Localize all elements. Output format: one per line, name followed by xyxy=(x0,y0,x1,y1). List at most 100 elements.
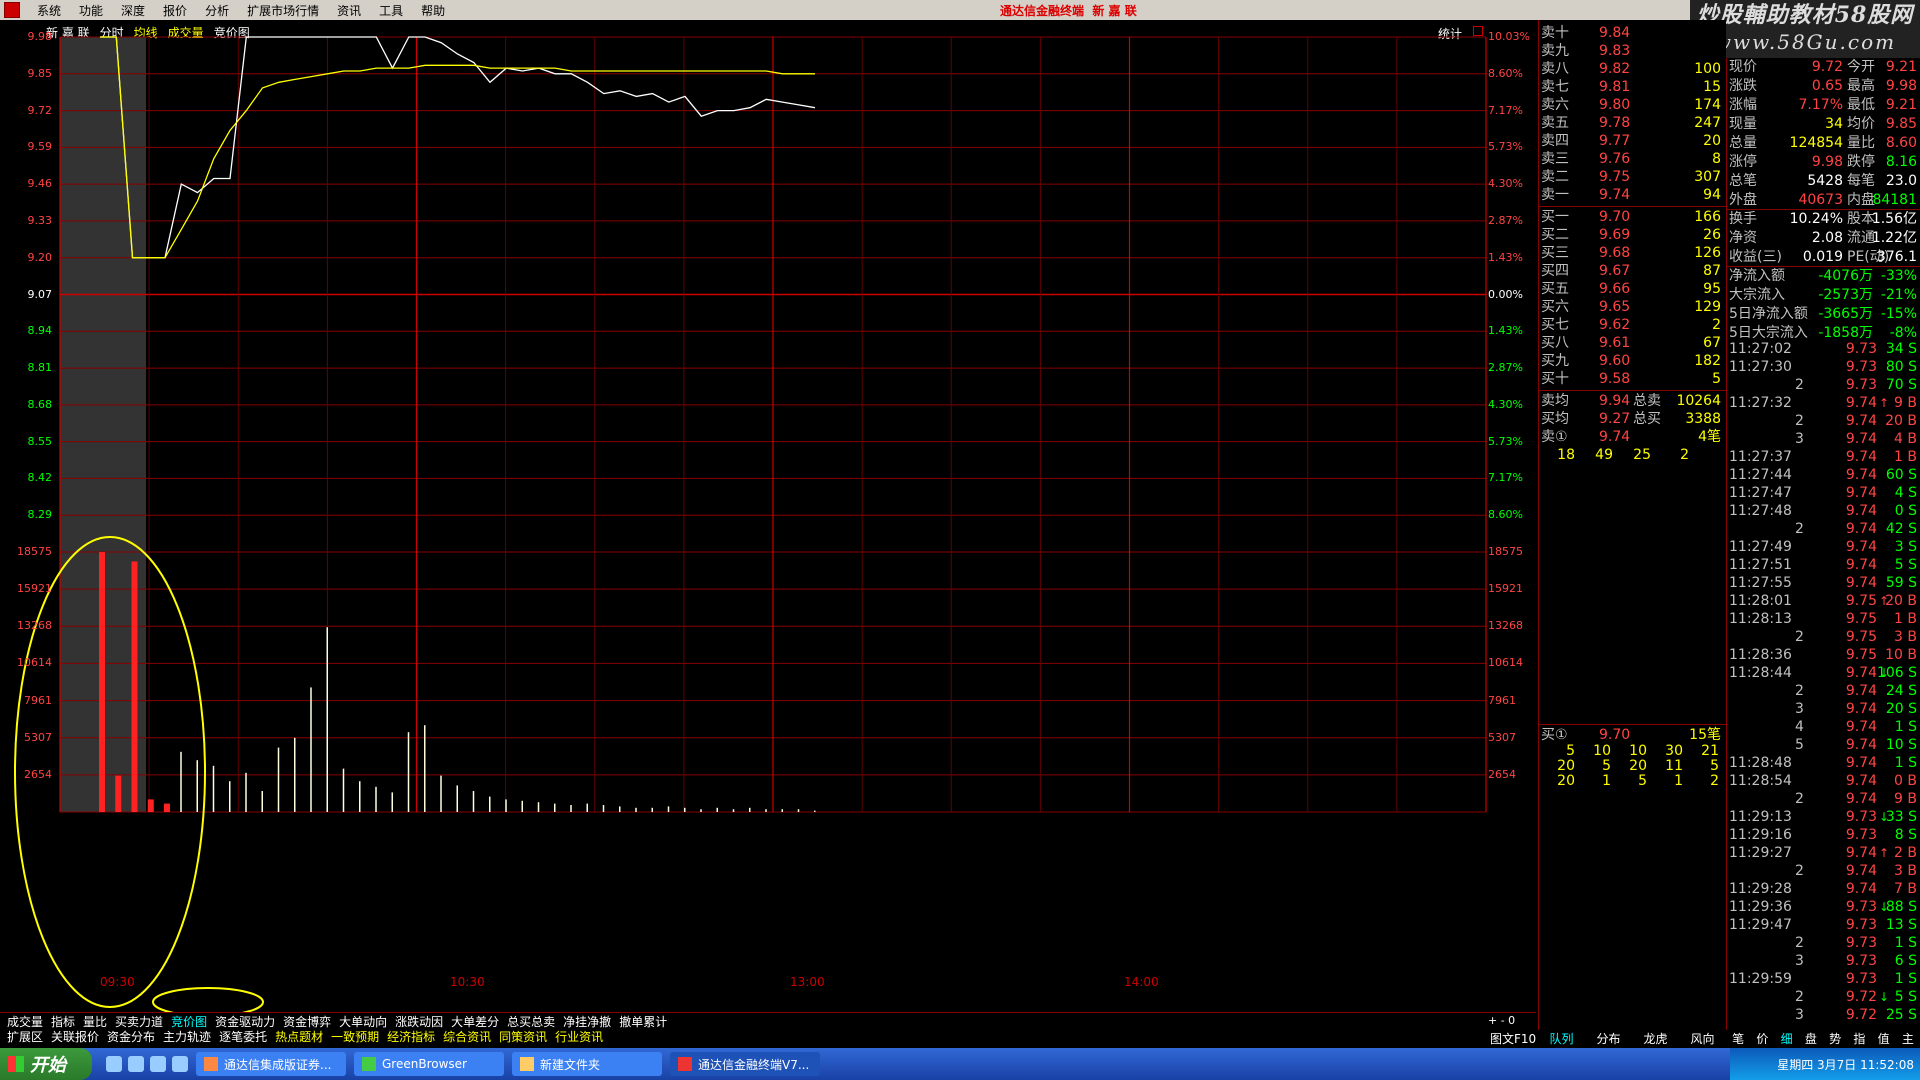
tick-row[interactable]: 3 9.74 20 S xyxy=(1727,700,1920,718)
tick-row[interactable]: 11:28:54 9.74 0 B xyxy=(1727,772,1920,790)
indicator-tab-2[interactable]: 量比 xyxy=(80,1013,110,1029)
menu-item-quote[interactable]: 报价 xyxy=(154,2,196,19)
order-book-tab-3[interactable]: 风向 xyxy=(1679,1030,1726,1046)
menu-item-tools[interactable]: 工具 xyxy=(370,2,412,19)
extension-tab-0[interactable]: 扩展区 xyxy=(4,1028,46,1044)
tick-row[interactable]: 2 9.74 3 B xyxy=(1727,862,1920,880)
tick-tab-0[interactable]: 笔 xyxy=(1726,1030,1750,1046)
order-book-tab-2[interactable]: 龙虎 xyxy=(1632,1030,1679,1046)
extension-tab-5[interactable]: 热点题材 xyxy=(272,1028,326,1044)
tick-row[interactable]: 11:27:47 9.74 4 S xyxy=(1727,484,1920,502)
menu-item-function[interactable]: 功能 xyxy=(70,2,112,19)
tick-row[interactable]: 11:28:36 9.75 10 B xyxy=(1727,646,1920,664)
menu-item-analysis[interactable]: 分析 xyxy=(196,2,238,19)
tick-row[interactable]: 11:27:44 9.74 60 S xyxy=(1727,466,1920,484)
menu-item-ext-market[interactable]: 扩展市场行情 xyxy=(238,2,328,19)
indicator-tab-1[interactable]: 指标 xyxy=(48,1013,78,1029)
extension-tab-2[interactable]: 资金分布 xyxy=(104,1028,158,1044)
bid-row[interactable]: 买一 9.70 166 xyxy=(1539,208,1727,226)
extension-tab-10[interactable]: 行业资讯 xyxy=(552,1028,606,1044)
tick-row[interactable]: 11:27:49 9.74 3 S xyxy=(1727,538,1920,556)
tick-row[interactable]: 2 9.74 42 S xyxy=(1727,520,1920,538)
bid-row[interactable]: 买六 9.65 129 xyxy=(1539,298,1727,316)
ask-row[interactable]: 卖五 9.78 247 xyxy=(1539,114,1727,132)
tick-row[interactable]: 11:27:30 9.73 80 S xyxy=(1727,358,1920,376)
extension-tab-7[interactable]: 经济指标 xyxy=(384,1028,438,1044)
task-button-greenbrowser[interactable]: GreenBrowser xyxy=(354,1052,504,1076)
tick-row[interactable]: 11:27:02 9.73 34 S xyxy=(1727,340,1920,358)
bid-row[interactable]: 买四 9.67 87 xyxy=(1539,262,1727,280)
tick-row[interactable]: 11:28:44 9.74 ↓ 106 S xyxy=(1727,664,1920,682)
tick-row[interactable]: 11:27:32 9.74 ↑ 9 B xyxy=(1727,394,1920,412)
ask-row[interactable]: 卖二 9.75 307 xyxy=(1539,168,1727,186)
tick-tab-4[interactable]: 势 xyxy=(1823,1030,1847,1046)
indicator-tab-7[interactable]: 大单动向 xyxy=(336,1013,390,1029)
explorer-icon[interactable] xyxy=(128,1056,144,1072)
indicator-tab-11[interactable]: 净挂净撤 xyxy=(560,1013,614,1029)
tick-row[interactable]: 11:27:37 9.74 1 B xyxy=(1727,448,1920,466)
indicator-tab-6[interactable]: 资金博弈 xyxy=(280,1013,334,1029)
media-icon[interactable] xyxy=(172,1056,188,1072)
order-book-tab-0[interactable]: 队列 xyxy=(1538,1030,1585,1046)
tick-row[interactable]: 11:29:59 9.73 1 S xyxy=(1727,970,1920,988)
tick-row[interactable]: 3 9.74 4 B xyxy=(1727,430,1920,448)
tick-row[interactable]: 11:29:36 9.73 ↓ 88 S xyxy=(1727,898,1920,916)
ask-row[interactable]: 卖十 9.84 xyxy=(1539,24,1727,42)
indicator-tab-10[interactable]: 总买总卖 xyxy=(504,1013,558,1029)
extension-tab-8[interactable]: 综合资讯 xyxy=(440,1028,494,1044)
extension-tab-3[interactable]: 主力轨迹 xyxy=(160,1028,214,1044)
tick-row[interactable]: 2 9.73 70 S xyxy=(1727,376,1920,394)
indicator-tab-4[interactable]: 竞价图 xyxy=(168,1013,210,1029)
tick-row[interactable]: 11:29:16 9.73 8 S xyxy=(1727,826,1920,844)
tick-row[interactable]: 3 9.72 25 S xyxy=(1727,1006,1920,1024)
extension-tab-6[interactable]: 一致预期 xyxy=(328,1028,382,1044)
ask-row[interactable]: 卖九 9.83 xyxy=(1539,42,1727,60)
bid-row[interactable]: 买五 9.66 95 xyxy=(1539,280,1727,298)
tick-row[interactable]: 5 9.74 10 S xyxy=(1727,736,1920,754)
ask-row[interactable]: 卖七 9.81 15 xyxy=(1539,78,1727,96)
tick-row[interactable]: 11:29:47 9.73 13 S xyxy=(1727,916,1920,934)
order-book-tab-1[interactable]: 分布 xyxy=(1585,1030,1632,1046)
tick-row[interactable]: 11:29:13 9.73 ↓ 33 S xyxy=(1727,808,1920,826)
bid-row[interactable]: 买二 9.69 26 xyxy=(1539,226,1727,244)
tick-row[interactable]: 11:27:55 9.74 59 S xyxy=(1727,574,1920,592)
tick-list[interactable]: 11:27:02 9.73 34 S 11:27:30 9.73 80 S 2 9.73 70 … xyxy=(1726,340,1920,1030)
zoom-control[interactable]: + - 0 xyxy=(1488,1014,1515,1027)
task-button-tdx-integrated[interactable]: 通达信集成版证券... xyxy=(196,1052,346,1076)
tick-row[interactable]: 11:29:27 9.74 ↑ 2 B xyxy=(1727,844,1920,862)
menu-item-depth[interactable]: 深度 xyxy=(112,2,154,19)
task-button-tdx-terminal[interactable]: 通达信金融终端V7... xyxy=(670,1052,820,1076)
tick-tab-5[interactable]: 指 xyxy=(1847,1030,1871,1046)
ask-row[interactable]: 卖八 9.82 100 xyxy=(1539,60,1727,78)
tick-row[interactable]: 2 9.74 20 B xyxy=(1727,412,1920,430)
tick-row[interactable]: 2 9.75 3 B xyxy=(1727,628,1920,646)
ask-row[interactable]: 卖三 9.76 8 xyxy=(1539,150,1727,168)
menu-item-info[interactable]: 资讯 xyxy=(328,2,370,19)
ask-row[interactable]: 卖四 9.77 20 xyxy=(1539,132,1727,150)
clock[interactable]: 星期四 3月7日 11:52:08 xyxy=(1777,1056,1914,1073)
tick-tab-1[interactable]: 价 xyxy=(1750,1030,1774,1046)
tick-row[interactable]: 4 9.74 1 S xyxy=(1727,718,1920,736)
menu-item-system[interactable]: 系统 xyxy=(28,2,70,19)
tick-row[interactable]: 11:29:28 9.74 7 B xyxy=(1727,880,1920,898)
ask-row[interactable]: 卖六 9.80 174 xyxy=(1539,96,1727,114)
bid-row[interactable]: 买八 9.61 67 xyxy=(1539,334,1727,352)
tick-tab-2[interactable]: 细 xyxy=(1775,1030,1799,1046)
f10-button[interactable]: 图文F10 xyxy=(1490,1030,1536,1047)
indicator-tab-8[interactable]: 涨跌动因 xyxy=(392,1013,446,1029)
indicator-tab-12[interactable]: 撤单累计 xyxy=(616,1013,670,1029)
indicator-tab-9[interactable]: 大单差分 xyxy=(448,1013,502,1029)
intraday-chart-panel[interactable]: 新 嘉 联 分时 均线 成交量 竞价图 统计 9.98 9.85 9.72 9.59 9… xyxy=(0,20,1536,1032)
browser-icon[interactable] xyxy=(150,1056,166,1072)
indicator-tab-0[interactable]: 成交量 xyxy=(4,1013,46,1029)
bid-row[interactable]: 买九 9.60 182 xyxy=(1539,352,1727,370)
bid-row[interactable]: 买三 9.68 126 xyxy=(1539,244,1727,262)
tick-tab-6[interactable]: 值 xyxy=(1872,1030,1896,1046)
tick-row[interactable]: 11:27:48 9.74 0 S xyxy=(1727,502,1920,520)
tick-row[interactable]: 2 9.72 ↓ 5 S xyxy=(1727,988,1920,1006)
tick-tab-7[interactable]: 主 xyxy=(1896,1030,1920,1046)
tick-row[interactable]: 2 9.74 9 B xyxy=(1727,790,1920,808)
tick-row[interactable]: 2 9.73 1 S xyxy=(1727,934,1920,952)
tick-row[interactable]: 11:28:13 9.75 1 B xyxy=(1727,610,1920,628)
indicator-tab-5[interactable]: 资金驱动力 xyxy=(212,1013,278,1029)
